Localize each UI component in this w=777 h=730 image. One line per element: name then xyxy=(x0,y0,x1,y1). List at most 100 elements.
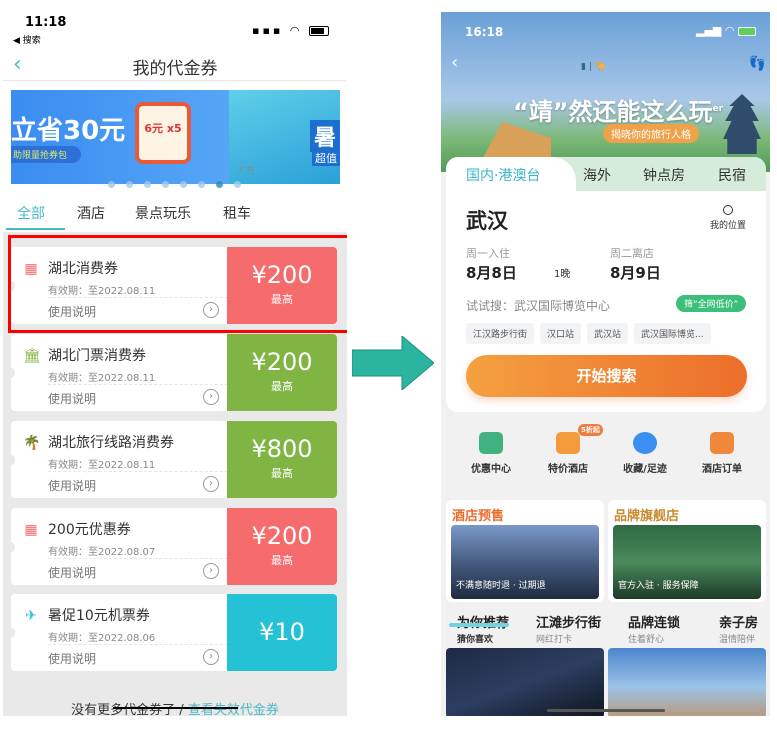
coupon-card[interactable]: ✈ 暑促10元机票券 有效期：至2022.08.06 使用说明 › ¥10 xyxy=(7,594,337,671)
keyword-chip[interactable]: 武汉站 xyxy=(587,323,629,344)
coupon-name: 湖北门票消费券 xyxy=(48,348,146,364)
rec-tab-for-you[interactable]: 为你推荐 xyxy=(457,612,509,631)
keyword-chip[interactable]: 汉口站 xyxy=(540,323,582,344)
tent-illustration xyxy=(481,122,551,162)
coupon-card[interactable]: 🌴 湖北旅行线路消费券 有效期：至2022.08.11 使用说明 › ¥800 … xyxy=(7,421,337,498)
divider xyxy=(3,80,347,81)
city-selector[interactable]: 武汉 xyxy=(466,205,508,235)
promo-banner[interactable]: 立省30元 助限量抢券包 6元 x5 xyxy=(11,90,229,184)
checkout-date[interactable]: 8月9日 xyxy=(610,262,661,283)
chevron-right-icon[interactable]: › xyxy=(203,563,219,579)
home-indicator xyxy=(113,707,238,709)
usage-instructions-link[interactable]: 使用说明 xyxy=(48,477,96,494)
hotel-card-image[interactable] xyxy=(446,648,604,716)
status-icons: ▪▪▪ ◠ xyxy=(252,24,329,37)
tab-overseas[interactable]: 海外 xyxy=(583,165,611,185)
chevron-right-icon[interactable]: › xyxy=(203,649,219,665)
promo-title: 品牌旗舰店 xyxy=(614,509,680,524)
tab-hotel[interactable]: 酒店 xyxy=(77,203,105,223)
lowest-price-filter[interactable]: 筛“全网低价” xyxy=(676,295,747,312)
banner-headline: 立省30元 xyxy=(11,116,126,146)
divider xyxy=(48,471,228,472)
rec-tab-riverside[interactable]: 江滩步行街 xyxy=(536,612,601,631)
checkin-date[interactable]: 8月8日 xyxy=(466,262,517,283)
quick-link-deals[interactable]: 5折起 特价酒店 xyxy=(528,424,608,475)
promo-presale[interactable]: 酒店预售 不满意随时退 · 过期退 xyxy=(446,500,604,602)
footprint-icon[interactable]: 👣 xyxy=(749,56,766,72)
usage-instructions-link[interactable]: 使用说明 xyxy=(48,564,96,581)
promo-caption: 不满意随时退 · 过期退 xyxy=(456,581,546,591)
coupon-notch xyxy=(7,455,15,465)
page-title: 我的代金券 xyxy=(132,59,218,79)
tab-domestic[interactable]: 国内·港澳台 xyxy=(466,165,540,185)
hotel-card-image[interactable] xyxy=(608,648,766,716)
keyword-chip[interactable]: 武汉国际博览... xyxy=(634,323,711,344)
palm-tree-icon: 🌴 xyxy=(23,435,41,451)
battery-icon xyxy=(309,26,329,36)
voucher-screen: 11:18 ◀ 搜索 ▪▪▪ ◠ ‹ 我的代金券 立省30元 助限量抢券包 6元… xyxy=(3,0,347,716)
rec-tab-sub: 猜你喜欢 xyxy=(457,635,494,645)
divider xyxy=(48,384,228,385)
keyword-chip[interactable]: 江汉路步行街 xyxy=(466,323,535,344)
coupon-amount: ¥200 xyxy=(251,522,313,550)
coupon-amount-panel: ¥200 最高 xyxy=(227,508,337,585)
back-button[interactable]: ‹ xyxy=(451,52,458,73)
coupon-tag: 最高 xyxy=(271,554,293,567)
tab-homestay[interactable]: 民宿 xyxy=(718,165,746,185)
coupon-amount: ¥10 xyxy=(259,618,305,646)
chevron-right-icon[interactable]: › xyxy=(203,389,219,405)
hotel-deal-icon xyxy=(556,432,580,454)
coupon-notch xyxy=(7,628,15,638)
quick-link-label: 优惠中心 xyxy=(471,464,511,475)
keyword-input[interactable]: 试试搜：武汉国际博览中心 xyxy=(466,297,610,314)
active-rec-underline xyxy=(449,623,509,627)
chevron-right-icon[interactable]: › xyxy=(203,476,219,492)
coupon-notch xyxy=(7,542,15,552)
coupon-amount-panel: ¥10 xyxy=(227,594,337,671)
banner-subline: 助限量抢券包 xyxy=(11,146,82,163)
tab-hourly[interactable]: 钟点房 xyxy=(643,165,685,185)
tab-all[interactable]: 全部 xyxy=(17,203,45,223)
usage-instructions-link[interactable]: 使用说明 xyxy=(48,390,96,407)
promo-brand-store[interactable]: 品牌旗舰店 官方入驻 · 服务保障 xyxy=(608,500,766,602)
rec-tab-sub: 住着舒心 xyxy=(628,635,665,645)
battery-charging-icon xyxy=(738,26,756,36)
nights-count: 1晚 xyxy=(554,269,571,280)
rec-tab-chain[interactable]: 品牌连锁 xyxy=(628,612,680,631)
quick-link-label: 收藏/足迹 xyxy=(623,464,667,475)
order-icon xyxy=(710,432,734,454)
carousel-dots[interactable] xyxy=(108,173,252,192)
coupon-card[interactable]: ▦ 200元优惠券 有效期：至2022.08.07 使用说明 › ¥200 最高 xyxy=(7,508,337,585)
my-location-label: 我的位置 xyxy=(710,221,747,231)
rec-tab-family[interactable]: 亲子房 xyxy=(719,612,758,631)
expired-coupons-link[interactable]: 查看失效代金券 xyxy=(188,703,279,716)
my-location-button[interactable]: 我的位置 xyxy=(710,205,746,231)
coupon-validity: 有效期：至2022.08.06 xyxy=(48,633,156,644)
coupon-validity: 有效期：至2022.08.11 xyxy=(48,460,156,471)
quick-link-label: 特价酒店 xyxy=(548,464,588,475)
quick-link-favorites[interactable]: 收藏/足迹 xyxy=(605,432,685,475)
quick-link-coupons[interactable]: 优惠中心 xyxy=(451,432,531,475)
status-time: 11:18 xyxy=(25,15,67,30)
no-more-text: 没有更多代金券了 / xyxy=(71,703,188,716)
status-icons: ▂▄▆ ◠ xyxy=(696,24,756,37)
quick-link-orders[interactable]: 酒店订单 xyxy=(682,432,762,475)
usage-instructions-link[interactable]: 使用说明 xyxy=(48,650,96,667)
personality-button[interactable]: 揭晓你的旅行人格 xyxy=(603,124,699,143)
start-search-button[interactable]: 开始搜索 xyxy=(466,355,747,397)
rec-tab-sub: 温情陪伴 xyxy=(719,635,756,645)
banner-sub: 超值 xyxy=(312,150,340,166)
active-tab-underline xyxy=(6,228,65,230)
tab-attractions[interactable]: 景点玩乐 xyxy=(135,203,191,223)
checkin-label: 周一入住 xyxy=(466,247,510,260)
coupon-icon xyxy=(479,432,503,454)
coupon-validity: 有效期：至2022.08.11 xyxy=(48,373,156,384)
coupon-name: 湖北旅行线路消费券 xyxy=(48,435,174,451)
back-to-app-link[interactable]: ◀ 搜索 xyxy=(13,33,41,46)
highlight-box xyxy=(8,235,347,333)
summer-banner[interactable]: 暑 超值 广告 xyxy=(229,90,340,184)
arrow-right-icon xyxy=(352,336,434,390)
banner-title: 暑 xyxy=(309,120,340,152)
tab-car-rental[interactable]: 租车 xyxy=(223,203,251,223)
coupon-card[interactable]: 🏛 湖北门票消费券 有效期：至2022.08.11 使用说明 › ¥200 最高 xyxy=(7,334,337,411)
